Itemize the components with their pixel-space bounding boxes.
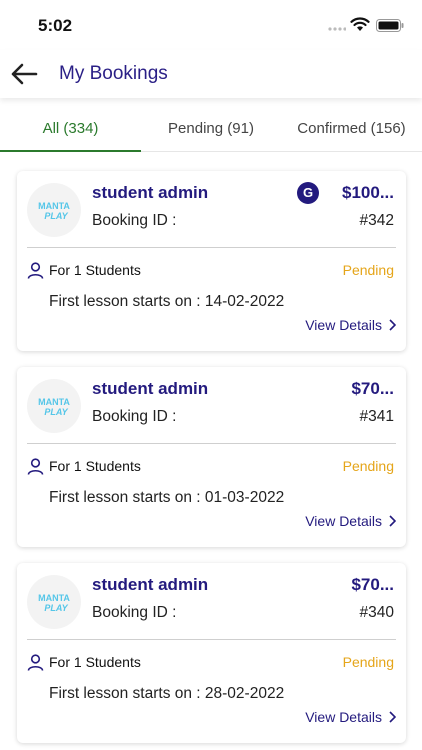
students-count: For 1 Students — [49, 654, 141, 670]
mantaplay-logo: MANTA PLAY — [27, 575, 81, 629]
tab-all[interactable]: All (334) — [0, 106, 141, 152]
first-lesson-date: First lesson starts on : 28-02-2022 — [49, 685, 285, 702]
booking-id-label: Booking ID : — [92, 604, 177, 621]
student-name: student admin — [92, 575, 209, 594]
svg-text:PLAY: PLAY — [44, 407, 68, 417]
student-name: student admin — [92, 379, 209, 398]
first-lesson-date: First lesson starts on : 14-02-2022 — [49, 293, 285, 310]
student-name: student admin — [92, 183, 209, 202]
chevron-right-icon[interactable] — [388, 711, 396, 723]
wifi-icon — [350, 17, 370, 31]
svg-text:PLAY: PLAY — [44, 211, 68, 221]
person-icon — [27, 262, 44, 279]
page-title: My Bookings — [59, 63, 168, 84]
tab-confirmed[interactable]: Confirmed (156) — [281, 106, 422, 152]
students-count: For 1 Students — [49, 458, 141, 474]
battery-icon — [376, 19, 404, 32]
booking-card[interactable]: MANTA PLAY student admin G $100... Booki… — [17, 171, 406, 351]
card-divider — [27, 443, 396, 444]
back-arrow-icon[interactable] — [10, 62, 38, 86]
booking-tabs: All (334) Pending (91) Confirmed (156) — [0, 106, 422, 152]
booking-price: $100... — [342, 183, 394, 202]
booking-price: $70... — [351, 379, 394, 398]
tab-pending[interactable]: Pending (91) — [141, 106, 281, 152]
view-details-link[interactable]: View Details — [305, 709, 382, 725]
view-details-link[interactable]: View Details — [305, 317, 382, 333]
booking-id-label: Booking ID : — [92, 212, 177, 229]
mantaplay-logo: MANTA PLAY — [27, 183, 81, 237]
g-badge-icon: G — [297, 182, 319, 204]
booking-card[interactable]: MANTA PLAY student admin $70... Booking … — [17, 563, 406, 743]
first-lesson-date: First lesson starts on : 01-03-2022 — [49, 489, 285, 506]
card-divider — [27, 639, 396, 640]
chevron-right-icon[interactable] — [388, 319, 396, 331]
person-icon — [27, 458, 44, 475]
svg-text:MANTA: MANTA — [38, 397, 70, 407]
chevron-right-icon[interactable] — [388, 515, 396, 527]
booking-card[interactable]: MANTA PLAY student admin $70... Booking … — [17, 367, 406, 547]
mantaplay-logo: MANTA PLAY — [27, 379, 81, 433]
person-icon — [27, 654, 44, 671]
svg-text:MANTA: MANTA — [38, 593, 70, 603]
active-tab-indicator — [0, 150, 141, 152]
status-badge: Pending — [342, 458, 394, 474]
status-time: 5:02 — [38, 16, 73, 35]
status-badge: Pending — [342, 654, 394, 670]
booking-id-value: #341 — [359, 408, 394, 425]
booking-id-label: Booking ID : — [92, 408, 177, 425]
students-count: For 1 Students — [49, 262, 141, 278]
svg-text:MANTA: MANTA — [38, 201, 70, 211]
status-badge: Pending — [342, 262, 394, 278]
view-details-link[interactable]: View Details — [305, 513, 382, 529]
card-divider — [27, 247, 396, 248]
svg-text:PLAY: PLAY — [44, 603, 68, 613]
signal-dots-icon — [328, 27, 346, 31]
booking-id-value: #340 — [359, 604, 394, 621]
status-bar: 5:02 — [0, 0, 422, 50]
app-header: My Bookings — [0, 50, 422, 98]
booking-id-value: #342 — [359, 212, 394, 229]
booking-price: $70... — [351, 575, 394, 594]
